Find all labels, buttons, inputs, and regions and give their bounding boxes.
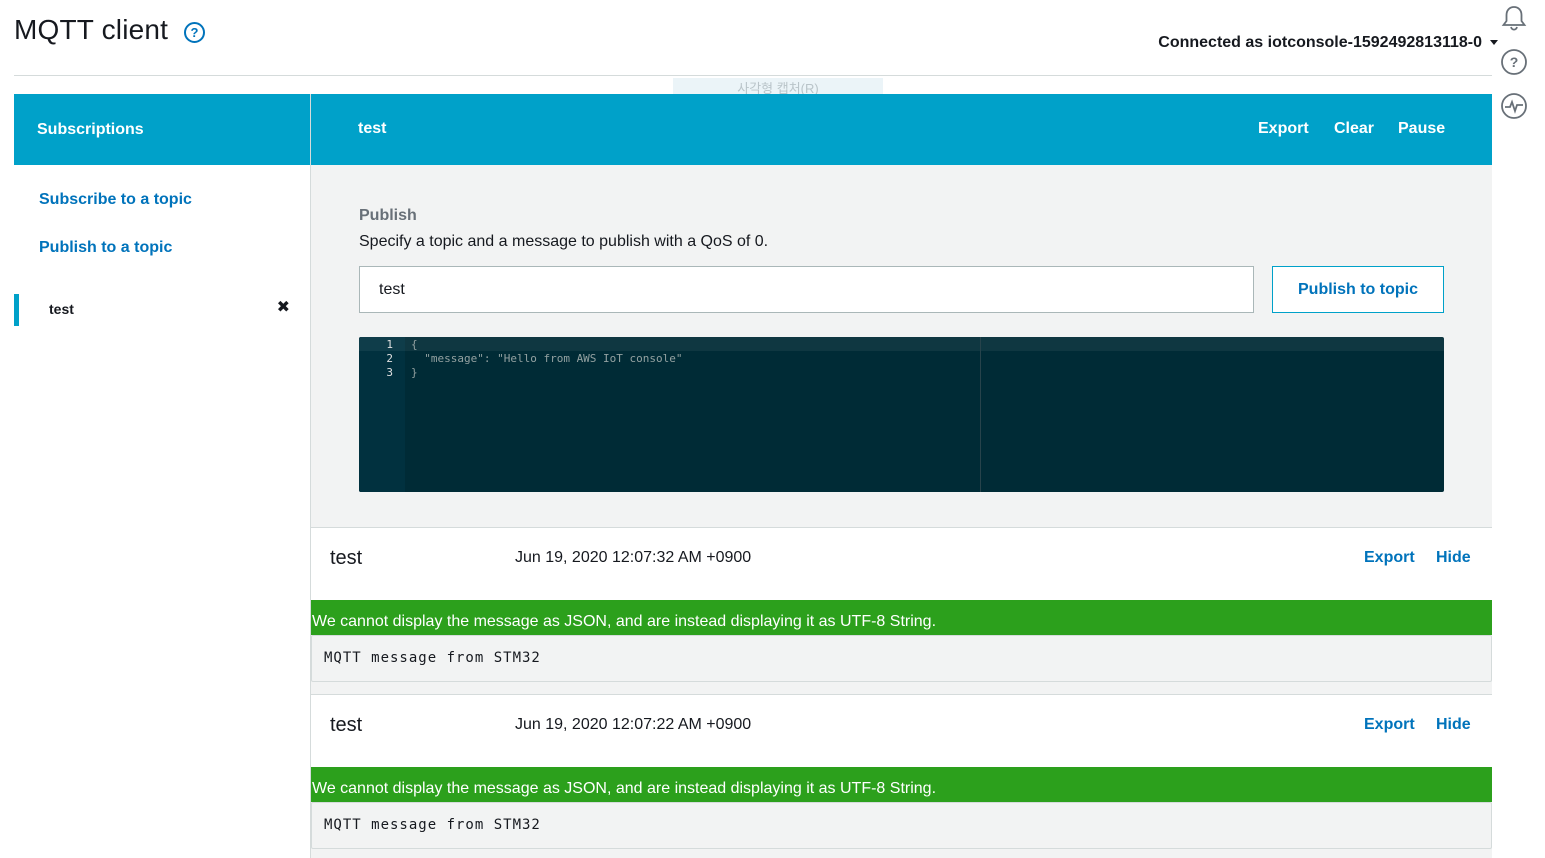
message-hide-button[interactable]: Hide bbox=[1436, 716, 1471, 734]
message-export-button[interactable]: Export bbox=[1364, 549, 1415, 567]
activity-icon[interactable] bbox=[1500, 92, 1528, 120]
format-warning-banner: We cannot display the message as JSON, a… bbox=[311, 600, 1492, 635]
editor-active-line bbox=[359, 337, 1444, 351]
active-topic-title: test bbox=[358, 120, 387, 137]
line-number: 3 bbox=[386, 366, 393, 379]
header-divider bbox=[14, 75, 1492, 76]
publish-to-topic-button[interactable]: Publish to topic bbox=[1272, 266, 1444, 313]
editor-print-margin bbox=[980, 337, 981, 492]
format-warning-banner: We cannot display the message as JSON, a… bbox=[311, 767, 1492, 802]
question-icon[interactable]: ? bbox=[1500, 48, 1528, 76]
message-header: test Jun 19, 2020 12:07:22 AM +0900 Expo… bbox=[311, 694, 1492, 767]
publish-topic-input[interactable] bbox=[359, 266, 1254, 313]
connection-dropdown[interactable]: Connected as iotconsole-1592492813118-0 bbox=[1158, 34, 1498, 52]
message-topic: test bbox=[330, 547, 363, 569]
close-icon[interactable]: ✖ bbox=[277, 297, 290, 317]
message-export-button[interactable]: Export bbox=[1364, 716, 1415, 734]
active-indicator bbox=[14, 294, 19, 326]
publish-heading: Publish bbox=[359, 207, 417, 224]
message-topic: test bbox=[330, 714, 363, 736]
export-button[interactable]: Export bbox=[1258, 120, 1309, 138]
bell-icon[interactable] bbox=[1500, 4, 1528, 32]
message-body: MQTT message from STM32 bbox=[311, 635, 1492, 682]
main-panel: test Export Clear Pause Publish Specify … bbox=[311, 94, 1492, 858]
message-card: test Jun 19, 2020 12:07:22 AM +0900 Expo… bbox=[311, 694, 1492, 849]
topic-header: test Export Clear Pause bbox=[311, 94, 1492, 165]
message-body: MQTT message from STM32 bbox=[311, 802, 1492, 849]
right-rail: ? bbox=[1492, 0, 1545, 858]
sidebar-title: Subscriptions bbox=[14, 94, 310, 165]
code-line: } bbox=[411, 366, 418, 379]
subscribe-to-topic-link[interactable]: Subscribe to a topic bbox=[39, 191, 192, 209]
help-icon[interactable]: ? bbox=[184, 22, 205, 43]
code-line: { bbox=[411, 338, 418, 351]
connected-label: Connected as iotconsole-1592492813118-0 bbox=[1158, 34, 1482, 51]
page-title: MQTT client bbox=[14, 14, 169, 45]
publish-description: Specify a topic and a message to publish… bbox=[359, 233, 769, 250]
svg-text:?: ? bbox=[1510, 54, 1519, 70]
subscription-item-test[interactable]: test ✖ bbox=[14, 294, 310, 326]
message-hide-button[interactable]: Hide bbox=[1436, 549, 1471, 567]
message-card: test Jun 19, 2020 12:07:32 AM +0900 Expo… bbox=[311, 527, 1492, 682]
subscription-label: test bbox=[49, 301, 74, 317]
message-timestamp: Jun 19, 2020 12:07:32 AM +0900 bbox=[515, 549, 752, 566]
message-header: test Jun 19, 2020 12:07:32 AM +0900 Expo… bbox=[311, 527, 1492, 600]
pause-button[interactable]: Pause bbox=[1398, 120, 1445, 138]
subscriptions-sidebar: Subscriptions Subscribe to a topic Publi… bbox=[14, 94, 311, 858]
publish-to-topic-link[interactable]: Publish to a topic bbox=[39, 239, 172, 257]
clear-button[interactable]: Clear bbox=[1334, 120, 1374, 138]
line-number: 1 bbox=[386, 338, 393, 351]
line-number: 2 bbox=[386, 352, 393, 365]
code-line: "message": "Hello from AWS IoT console" bbox=[411, 352, 683, 365]
message-payload-editor[interactable]: 1 2 3 { "message": "Hello from AWS IoT c… bbox=[359, 337, 1444, 492]
message-timestamp: Jun 19, 2020 12:07:22 AM +0900 bbox=[515, 716, 752, 733]
publish-section: Publish Specify a topic and a message to… bbox=[359, 207, 768, 251]
